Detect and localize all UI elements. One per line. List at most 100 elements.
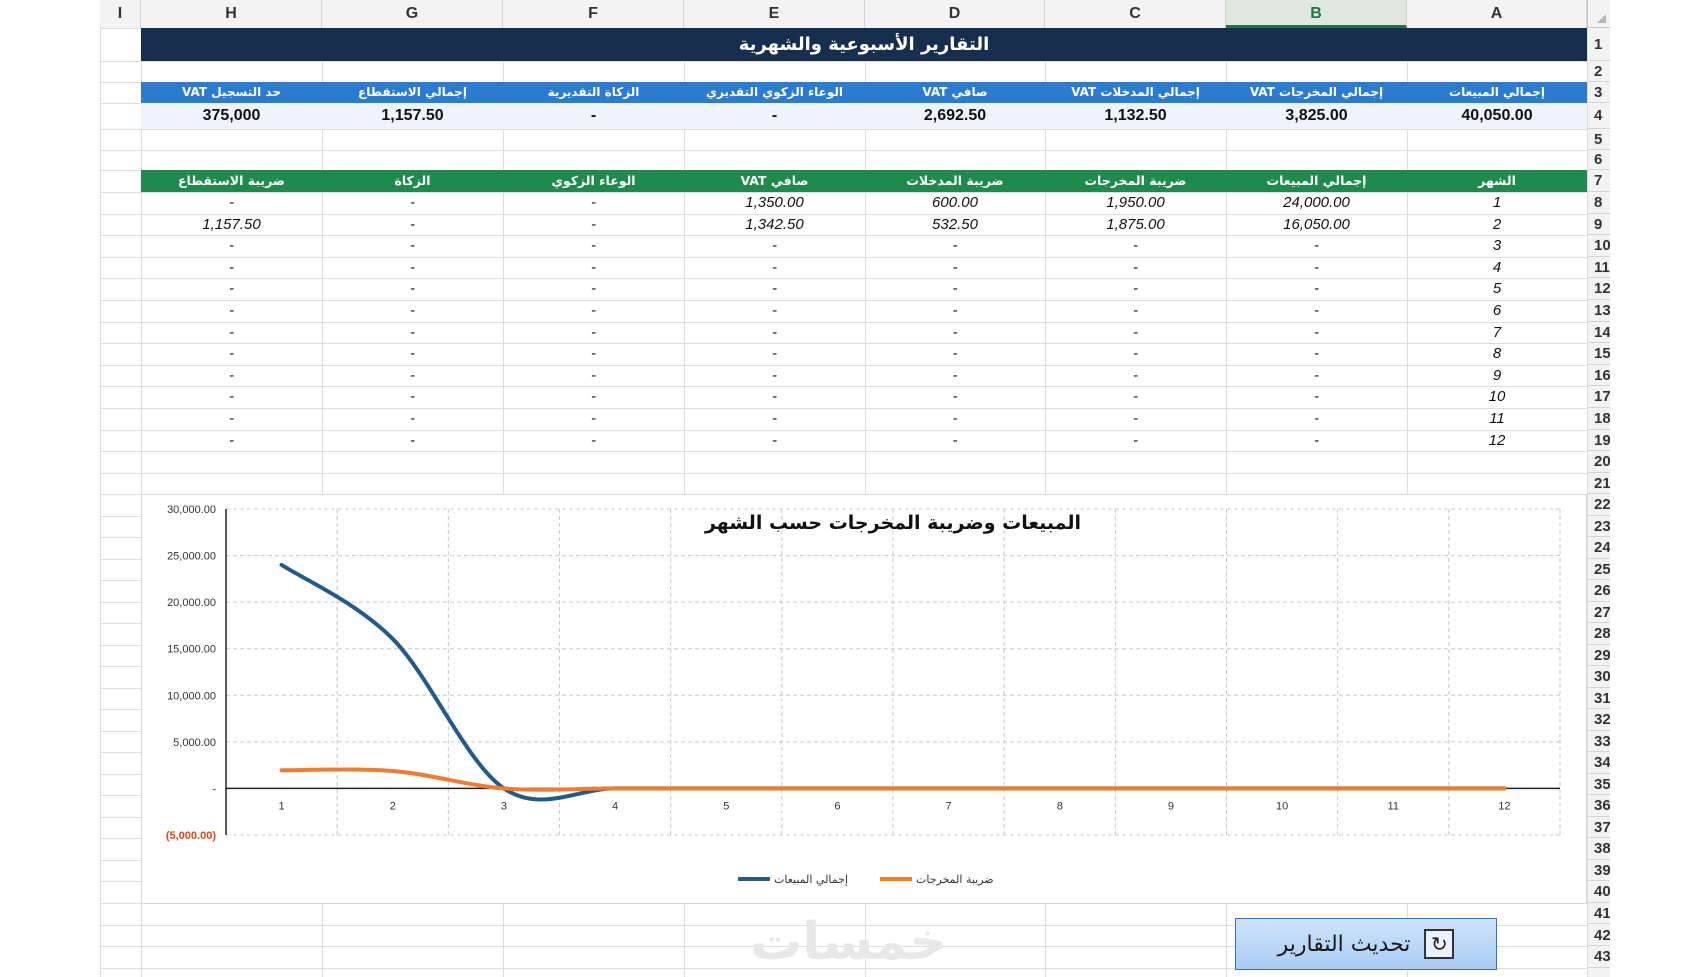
table-cell[interactable]: - (503, 300, 684, 322)
row-header[interactable]: 24 (1588, 537, 1610, 559)
table-cell[interactable]: - (141, 300, 322, 322)
summary-value-cell[interactable]: 2,692.50 (865, 103, 1045, 129)
table-cell[interactable]: 11 (1407, 408, 1587, 430)
table-cell[interactable]: - (1045, 278, 1226, 300)
table-cell[interactable]: - (1226, 300, 1407, 322)
row-header[interactable]: 4 (1588, 103, 1610, 129)
table-cell[interactable]: 1,875.00 (1045, 214, 1226, 236)
row-header[interactable]: 34 (1588, 752, 1610, 774)
table-cell[interactable]: 532.50 (865, 214, 1045, 236)
table-cell[interactable]: 4 (1407, 257, 1587, 279)
row-header[interactable]: 15 (1588, 343, 1610, 365)
summary-value-cell[interactable]: 1,157.50 (322, 103, 503, 129)
row-header[interactable]: 22 (1588, 494, 1610, 516)
row-header[interactable]: 42 (1588, 925, 1610, 947)
table-cell[interactable]: - (322, 386, 503, 408)
row-header[interactable]: 37 (1588, 817, 1610, 839)
table-cell[interactable]: - (684, 322, 865, 344)
row-header[interactable]: 13 (1588, 300, 1610, 322)
table-cell[interactable]: 1 (1407, 192, 1587, 214)
summary-value-cell[interactable]: 375,000 (141, 103, 322, 129)
summary-value-cell[interactable]: - (684, 103, 865, 129)
table-cell[interactable]: - (503, 343, 684, 365)
table-cell[interactable]: - (1045, 343, 1226, 365)
row-header[interactable]: 2 (1588, 61, 1610, 82)
table-cell[interactable]: - (322, 408, 503, 430)
row-header[interactable]: 43 (1588, 946, 1610, 968)
column-header-c[interactable]: C (1045, 0, 1226, 28)
table-cell[interactable]: - (1045, 235, 1226, 257)
table-cell[interactable]: 3 (1407, 235, 1587, 257)
sales-chart[interactable]: 30,000.00 25,000.00 20,000.00 15,000.00 10,0… (141, 494, 1587, 904)
table-cell[interactable]: - (141, 322, 322, 344)
row-header[interactable]: 28 (1588, 623, 1610, 645)
row-header[interactable]: 27 (1588, 602, 1610, 624)
table-cell[interactable]: - (141, 430, 322, 452)
row-header[interactable]: 18 (1588, 408, 1610, 430)
table-cell[interactable]: - (1226, 257, 1407, 279)
row-header[interactable]: 11 (1588, 257, 1610, 279)
table-cell[interactable]: - (503, 257, 684, 279)
column-header-e[interactable]: E (684, 0, 865, 28)
table-cell[interactable]: - (141, 235, 322, 257)
table-cell[interactable]: - (503, 322, 684, 344)
table-cell[interactable]: - (1045, 386, 1226, 408)
row-header[interactable]: 29 (1588, 645, 1610, 667)
table-cell[interactable]: - (1226, 430, 1407, 452)
row-header[interactable]: 20 (1588, 451, 1610, 473)
table-cell[interactable]: - (1045, 322, 1226, 344)
column-header-b[interactable]: B (1226, 0, 1407, 28)
column-header-a[interactable]: A (1407, 0, 1587, 28)
row-header[interactable]: 35 (1588, 774, 1610, 796)
table-cell[interactable]: - (684, 386, 865, 408)
refresh-reports-button[interactable]: ↻ تحديث التقارير (1235, 918, 1497, 970)
table-cell[interactable]: - (141, 257, 322, 279)
table-cell[interactable]: - (503, 365, 684, 387)
table-cell[interactable]: - (141, 365, 322, 387)
table-cell[interactable]: - (1226, 278, 1407, 300)
row-header[interactable]: 6 (1588, 150, 1610, 170)
row-header[interactable]: 21 (1588, 473, 1610, 495)
row-header[interactable]: 41 (1588, 903, 1610, 925)
row-header[interactable]: 9 (1588, 214, 1610, 236)
row-header[interactable]: 36 (1588, 795, 1610, 817)
table-cell[interactable]: 2 (1407, 214, 1587, 236)
table-cell[interactable]: - (322, 192, 503, 214)
table-cell[interactable]: - (684, 343, 865, 365)
table-cell[interactable]: - (1226, 343, 1407, 365)
row-header[interactable]: 40 (1588, 881, 1610, 903)
row-header[interactable]: 26 (1588, 580, 1610, 602)
table-cell[interactable]: - (684, 365, 865, 387)
table-cell[interactable]: - (141, 278, 322, 300)
row-header[interactable]: 30 (1588, 666, 1610, 688)
table-cell[interactable]: 8 (1407, 343, 1587, 365)
row-header[interactable]: 32 (1588, 709, 1610, 731)
select-all-corner[interactable] (1587, 0, 1610, 28)
summary-value-cell[interactable]: - (503, 103, 684, 129)
table-cell[interactable]: - (503, 386, 684, 408)
table-cell[interactable]: - (865, 300, 1045, 322)
table-cell[interactable]: - (1045, 365, 1226, 387)
row-header[interactable]: 16 (1588, 365, 1610, 387)
table-cell[interactable]: 16,050.00 (1226, 214, 1407, 236)
table-cell[interactable]: - (1045, 257, 1226, 279)
table-cell[interactable]: - (503, 408, 684, 430)
column-header-g[interactable]: G (322, 0, 503, 28)
row-header[interactable]: 31 (1588, 688, 1610, 710)
row-header[interactable]: 7 (1588, 170, 1610, 192)
table-cell[interactable]: - (684, 430, 865, 452)
table-cell[interactable]: 9 (1407, 365, 1587, 387)
row-header[interactable]: 1 (1588, 28, 1610, 61)
table-cell[interactable]: - (322, 257, 503, 279)
table-cell[interactable]: - (1226, 235, 1407, 257)
table-cell[interactable]: - (684, 257, 865, 279)
table-cell[interactable]: - (865, 408, 1045, 430)
table-cell[interactable]: - (322, 235, 503, 257)
row-header[interactable]: 3 (1588, 82, 1610, 103)
summary-value-cell[interactable]: 40,050.00 (1407, 103, 1587, 129)
table-cell[interactable]: - (141, 343, 322, 365)
table-cell[interactable]: - (1045, 408, 1226, 430)
column-header-h[interactable]: H (141, 0, 322, 28)
table-cell[interactable]: 1,350.00 (684, 192, 865, 214)
table-cell[interactable]: - (1226, 322, 1407, 344)
